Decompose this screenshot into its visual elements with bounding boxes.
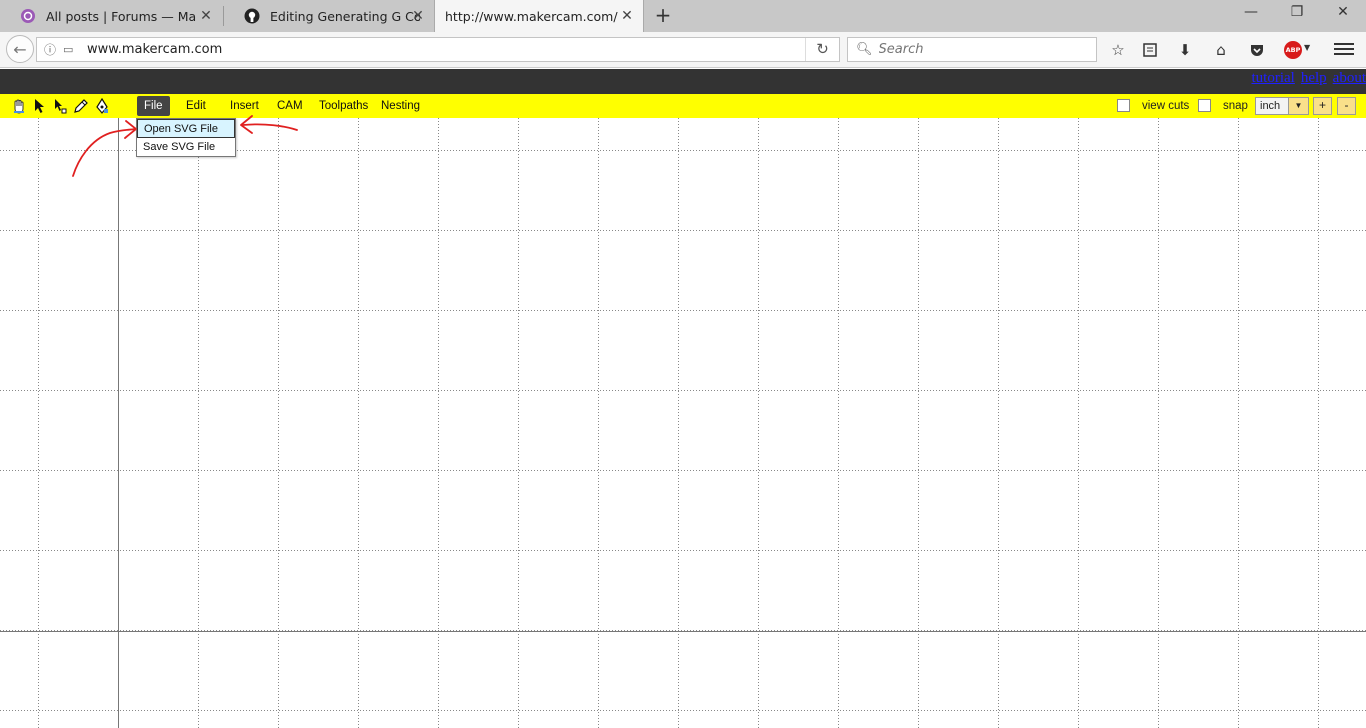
y-axis-line	[118, 118, 119, 728]
menu-edit[interactable]: Edit	[179, 96, 213, 116]
browser-tab-strip: All posts | Forums — Maslow ✕ Editing Ge…	[0, 0, 1366, 32]
menu-nesting[interactable]: Nesting	[374, 96, 427, 116]
back-button[interactable]: ←	[6, 35, 34, 63]
zoom-in-button[interactable]: +	[1313, 97, 1332, 115]
snap-checkbox[interactable]	[1198, 99, 1211, 112]
reading-list-icon[interactable]	[1138, 39, 1162, 61]
url-bar[interactable]: ⓘ ▭ www.makercam.com ↻	[36, 37, 840, 62]
tab-title: http://www.makercam.com/	[445, 8, 618, 24]
file-menu-dropdown: Open SVG File Save SVG File	[136, 118, 236, 157]
open-svg-file-item[interactable]: Open SVG File	[137, 119, 235, 138]
snap-toggle[interactable]: snap	[1198, 99, 1248, 112]
view-cuts-toggle[interactable]: view cuts	[1117, 99, 1189, 112]
unit-select[interactable]: inch ▼	[1255, 97, 1309, 115]
about-link[interactable]: about	[1333, 70, 1366, 86]
restore-icon[interactable]: ❐	[1282, 4, 1312, 26]
tab-makercam[interactable]: http://www.makercam.com/ ✕	[434, 0, 644, 32]
drawing-canvas[interactable]	[0, 118, 1366, 728]
save-svg-file-item[interactable]: Save SVG File	[137, 138, 235, 157]
page-icon: ▭	[63, 43, 74, 56]
reload-icon[interactable]: ↻	[805, 38, 839, 61]
url-text[interactable]: www.makercam.com	[87, 42, 222, 57]
node-edit-icon[interactable]	[51, 97, 69, 115]
help-link[interactable]: help	[1301, 70, 1327, 86]
window-close-icon[interactable]: ✕	[1328, 4, 1358, 26]
tab-close-icon[interactable]: ✕	[619, 8, 635, 24]
grid-overlay	[0, 118, 1366, 728]
tab-close-icon[interactable]: ✕	[410, 8, 426, 24]
tab-forums[interactable]: All posts | Forums — Maslow ✕	[0, 0, 222, 32]
menu-file[interactable]: File	[137, 96, 170, 116]
adblock-icon[interactable]: ABP	[1284, 41, 1302, 59]
view-cuts-checkbox[interactable]	[1117, 99, 1130, 112]
chevron-down-icon[interactable]: ▼	[1288, 98, 1308, 114]
github-favicon-icon	[244, 8, 260, 24]
tab-title: Editing Generating G Code U	[270, 8, 420, 24]
forum-favicon-icon	[20, 8, 36, 24]
top-links: tutorial help about	[1246, 70, 1366, 87]
snap-label: snap	[1223, 99, 1248, 112]
x-axis-line	[0, 631, 1366, 632]
tab-title: All posts | Forums — Maslow	[46, 8, 196, 24]
pen-icon[interactable]	[93, 97, 111, 115]
pocket-icon[interactable]	[1245, 39, 1269, 61]
navigation-bar: ← ⓘ ▭ www.makercam.com ↻ 🔍︎ ☆ ⬇ ⌂ ABP ▼	[0, 32, 1366, 68]
menu-cam[interactable]: CAM	[270, 96, 310, 116]
menu-toolpaths[interactable]: Toolpaths	[312, 96, 375, 116]
chevron-down-icon[interactable]: ▼	[1304, 43, 1310, 52]
tutorial-link[interactable]: tutorial	[1252, 70, 1295, 86]
bookmark-star-icon[interactable]: ☆	[1106, 39, 1130, 61]
app-toolbar: File Edit Insert CAM Toolpaths Nesting v…	[0, 94, 1366, 118]
new-tab-plus-icon[interactable]: +	[652, 5, 674, 27]
hamburger-menu-icon[interactable]	[1334, 40, 1354, 60]
hand-icon[interactable]	[10, 97, 28, 115]
tab-close-icon[interactable]: ✕	[198, 8, 214, 24]
back-arrow-icon: ←	[13, 39, 27, 59]
zoom-out-button[interactable]: -	[1337, 97, 1356, 115]
search-icon: 🔍︎	[856, 42, 873, 57]
unit-value: inch	[1260, 100, 1281, 112]
search-input[interactable]	[878, 42, 1079, 57]
search-bar[interactable]: 🔍︎	[847, 37, 1097, 62]
view-cuts-label: view cuts	[1142, 99, 1190, 112]
app-header-bar: tutorial help about	[0, 69, 1366, 94]
tab-github[interactable]: Editing Generating G Code U ✕	[224, 0, 434, 32]
pencil-icon[interactable]	[72, 97, 90, 115]
download-icon[interactable]: ⬇	[1173, 39, 1197, 61]
info-icon[interactable]: ⓘ	[37, 41, 63, 58]
pointer-icon[interactable]	[31, 97, 49, 115]
minimize-icon[interactable]: —	[1236, 4, 1266, 26]
home-icon[interactable]: ⌂	[1209, 39, 1233, 61]
menu-insert[interactable]: Insert	[223, 96, 266, 116]
